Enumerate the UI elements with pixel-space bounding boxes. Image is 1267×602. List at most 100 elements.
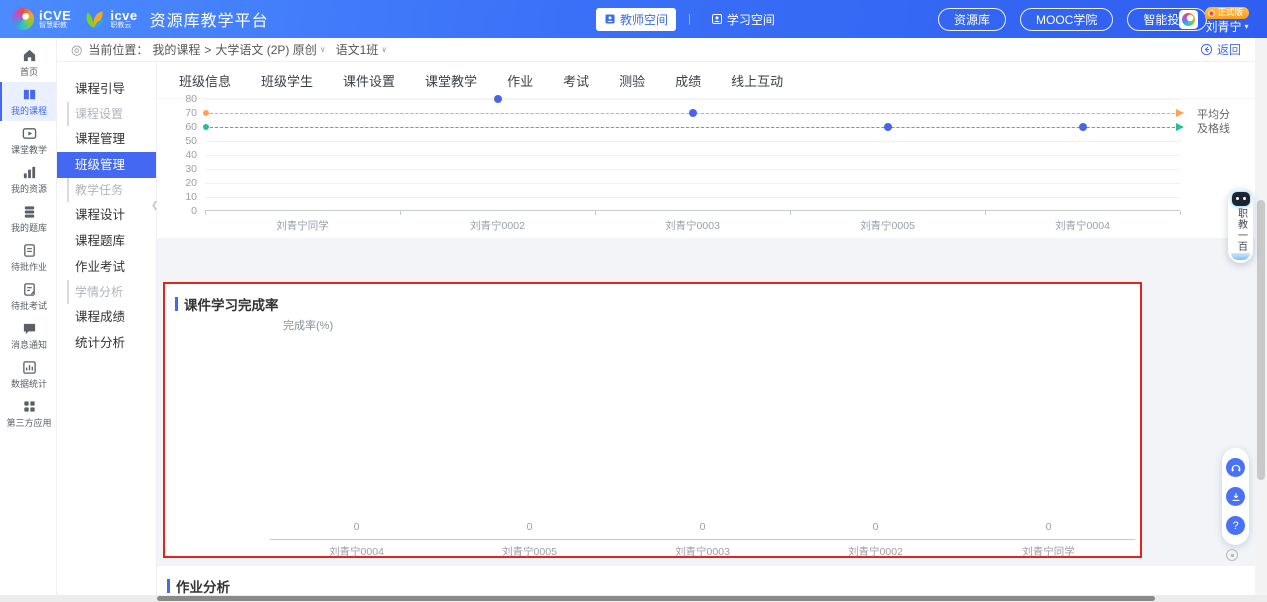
y-tick-label: 50	[167, 135, 197, 147]
x-axis-tick	[790, 211, 791, 215]
tab-0[interactable]: 班级信息	[179, 71, 231, 90]
tab-2[interactable]: 课件设置	[343, 71, 395, 90]
icve-logo-icon	[12, 8, 34, 30]
tab-3[interactable]: 课堂教学	[425, 71, 477, 90]
submenu-section-header: 学情分析	[67, 280, 156, 304]
icon-sidebar: 首页我的课程课堂教学我的资源我的题库待批作业待批考试消息通知数据统计第三方应用	[0, 38, 57, 595]
completion-axis-label: 完成率(%)	[283, 317, 333, 333]
section-accent-bar	[175, 297, 178, 311]
score-point	[494, 95, 502, 103]
courseware-completion-card: 课件学习完成率 完成率(%) 0刘青宁00040刘青宁00050刘青宁00030…	[163, 282, 1142, 558]
quick-link-0[interactable]: 资源库	[938, 8, 1006, 31]
nav-student-space[interactable]: 学习空间	[703, 8, 783, 31]
tab-7[interactable]: 成绩	[675, 71, 701, 90]
tab-5[interactable]: 考试	[563, 71, 589, 90]
course-dropdown[interactable]: 大学语文 (2P) 原创 ∨	[215, 41, 325, 58]
completion-bar-chart: 0刘青宁00040刘青宁00050刘青宁00030刘青宁00020刘青宁同学	[270, 520, 1135, 560]
download-button[interactable]	[1226, 487, 1245, 506]
tab-1[interactable]: 班级学生	[261, 71, 313, 90]
class-dropdown[interactable]: 语文1班 ∨	[336, 41, 388, 58]
help-button[interactable]: ?	[1226, 516, 1245, 535]
toolbar-collapse-button[interactable]	[1226, 549, 1238, 561]
y-tick-label: 30	[167, 163, 197, 175]
nav-label: 教师空间	[620, 11, 668, 28]
version-badge: 正式版	[1205, 7, 1249, 18]
sidebar-item-exam[interactable]: 待批考试	[0, 277, 56, 316]
user-zone[interactable]: 正式版 刘青宁 ▾	[1179, 0, 1249, 38]
tab-8[interactable]: 线上互动	[731, 71, 783, 90]
home-icon	[22, 48, 37, 63]
back-arrow-icon	[1200, 43, 1213, 56]
tab-6[interactable]: 测验	[619, 71, 645, 90]
back-button[interactable]: 返回	[1200, 41, 1241, 58]
zhijiaoyun-logo-icon	[83, 8, 105, 30]
submenu-item[interactable]: 课程管理	[57, 126, 156, 152]
logo-primary-name: iCVE	[39, 9, 71, 22]
chevron-down-icon: ∨	[320, 45, 326, 54]
score-point	[884, 123, 892, 131]
customer-service-button[interactable]	[1226, 458, 1245, 477]
sidebar-item-courses[interactable]: 我的课程	[0, 82, 56, 121]
assistant-label: 职教一百	[1235, 208, 1247, 252]
submenu-collapse-handle[interactable]: ❮	[151, 200, 159, 211]
chevron-down-icon: ▾	[1245, 23, 1249, 32]
sidebar-item-label: 第三方应用	[6, 416, 51, 429]
submenu-item[interactable]: 课程设计	[57, 202, 156, 228]
nav-teacher-space[interactable]: 教师空间	[596, 8, 676, 31]
sidebar-item-resources[interactable]: 我的资源	[0, 160, 56, 199]
zhijiaoyun-logo-text: icve 职教云	[110, 9, 137, 29]
submenu-item[interactable]: 课程引导	[57, 76, 156, 102]
sidebar-item-home[interactable]: 首页	[0, 43, 56, 82]
sidebar-item-question-bank[interactable]: 我的题库	[0, 199, 56, 238]
vertical-scrollbar-thumb[interactable]	[1257, 200, 1265, 480]
sidebar-item-classroom[interactable]: 课堂教学	[0, 121, 56, 160]
message-icon	[22, 321, 37, 336]
submenu-item[interactable]: 课程成绩	[57, 304, 156, 330]
teacher-space-icon	[604, 13, 616, 25]
sidebar-item-label: 消息通知	[11, 338, 47, 351]
homework-analysis-card: 作业分析	[157, 566, 1255, 595]
sidebar-item-message[interactable]: 消息通知	[0, 316, 56, 355]
gridline	[205, 141, 1180, 142]
horizontal-scrollbar-thumb[interactable]	[157, 596, 1155, 601]
breadcrumb-root[interactable]: 我的课程	[152, 41, 200, 58]
quick-link-1[interactable]: MOOC学院	[1020, 8, 1113, 31]
floating-toolbar: ?	[1222, 448, 1249, 545]
y-tick-label: 40	[167, 149, 197, 161]
submenu-item[interactable]: 作业考试	[57, 254, 156, 280]
tab-4[interactable]: 作业	[507, 71, 533, 90]
question-bank-icon	[22, 204, 37, 219]
horizontal-scrollbar-track[interactable]	[0, 595, 1267, 602]
breadcrumb: ◎ 当前位置： 我的课程 > 大学语文 (2P) 原创 ∨ 语文1班 ∨ 返回	[57, 38, 1255, 62]
submenu-item[interactable]: 统计分析	[57, 330, 156, 356]
location-icon: ◎	[71, 42, 82, 58]
back-label: 返回	[1217, 41, 1241, 58]
x-category-label: 刘青宁0003	[616, 544, 789, 559]
homework-title-text: 作业分析	[176, 576, 230, 595]
gridline	[205, 155, 1180, 156]
courses-icon	[22, 87, 37, 102]
sidebar-item-homework[interactable]: 待批作业	[0, 238, 56, 277]
reference-start-dot	[203, 124, 209, 130]
robot-icon	[1232, 192, 1250, 206]
exam-icon	[22, 282, 37, 297]
user-avatar[interactable]	[1179, 10, 1198, 29]
course-submenu: 课程引导课程设置课程管理班级管理教学任务课程设计课程题库作业考试学情分析课程成绩…	[57, 62, 157, 595]
x-category-label: 刘青宁0004	[270, 544, 443, 559]
ai-assistant-widget[interactable]: 职教一百	[1228, 189, 1253, 263]
vertical-scrollbar-track[interactable]	[1255, 38, 1267, 595]
user-menu[interactable]: 刘青宁 ▾	[1205, 21, 1249, 34]
sidebar-item-third-party[interactable]: 第三方应用	[0, 394, 56, 433]
y-tick-label: 60	[167, 121, 197, 133]
x-axis-tick	[205, 211, 206, 215]
top-header: iCVE 智慧职教 icve 职教云 资源库教学平台 教师空间|学习空间 资源库…	[0, 0, 1267, 38]
bar-value-label: 0	[270, 521, 443, 533]
version-badge-label: 正式版	[1217, 8, 1243, 17]
gridline	[205, 99, 1180, 100]
submenu-item[interactable]: 课程题库	[57, 228, 156, 254]
gridline	[205, 183, 1180, 184]
customer-service-icon	[1230, 462, 1242, 474]
submenu-item[interactable]: 班级管理	[57, 152, 156, 178]
sidebar-item-label: 我的资源	[11, 182, 47, 195]
sidebar-item-statistics[interactable]: 数据统计	[0, 355, 56, 394]
